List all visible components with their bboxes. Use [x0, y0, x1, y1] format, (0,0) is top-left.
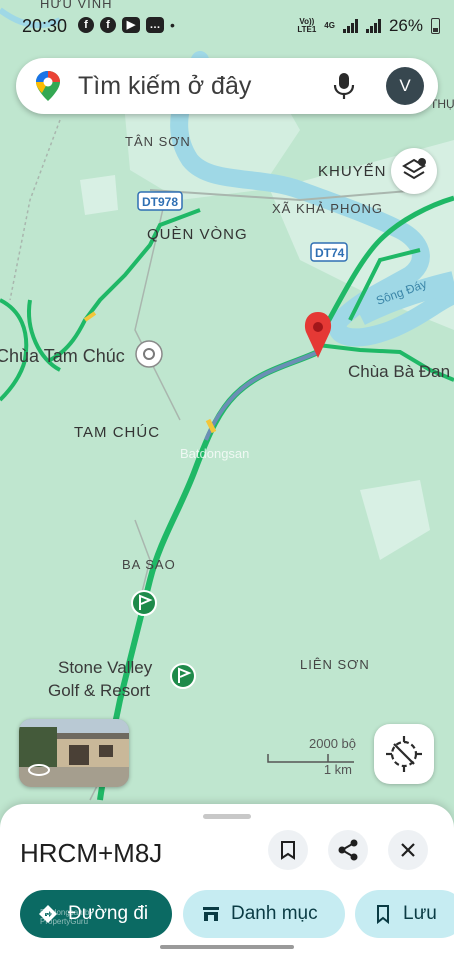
system-gesture-bar[interactable]: [160, 945, 294, 949]
more-notifications-icon: •: [170, 17, 175, 33]
map-watermark: Batdongsan: [180, 446, 249, 461]
facebook-icon: f: [78, 17, 94, 33]
map-label-tan-son: TÂN SƠN: [125, 134, 191, 149]
youtube-icon: ▶: [122, 17, 140, 33]
sheet-watermark: Batdongsan by PropertyGuru: [40, 908, 94, 926]
map-label-khuyen: KHUYẾN: [318, 163, 387, 180]
map-label-ba-sao: BA SAO: [122, 557, 176, 572]
facebook-icon: f: [100, 17, 116, 33]
save-button[interactable]: Lưu: [355, 890, 454, 938]
microphone-icon[interactable]: [332, 72, 356, 100]
store-icon: [203, 907, 219, 921]
map-label-stone-valley-1[interactable]: Stone Valley: [58, 658, 153, 677]
plus-code-title: HRCM+M8J: [20, 838, 163, 868]
map-label-stone-valley-2[interactable]: Golf & Resort: [48, 681, 150, 700]
save-label: Lưu: [403, 903, 437, 924]
layers-icon: [402, 158, 426, 180]
status-right: Vo)) LTE1 4G 26%: [297, 16, 440, 36]
map-label-chua-ba-danh[interactable]: Chùa Bà Đan: [348, 362, 450, 381]
close-icon: [401, 843, 415, 857]
messenger-icon: …: [146, 17, 164, 33]
scale-metric: 1 km: [323, 762, 352, 777]
battery-percent: 26%: [388, 16, 423, 35]
google-maps-logo-icon: [36, 71, 60, 101]
location-off-icon: [386, 736, 422, 772]
rotate-360-icon: [28, 764, 50, 776]
layers-button[interactable]: [391, 148, 437, 194]
account-avatar[interactable]: V: [386, 67, 424, 105]
map-label-lien-son: LIÊN SƠN: [300, 657, 370, 672]
map-label-xa-kha-phong: XÃ KHẢ PHONG: [272, 201, 383, 216]
bookmark-icon: [281, 841, 295, 860]
notification-icons: f f ▶ … •: [78, 17, 175, 33]
location-button[interactable]: [374, 724, 434, 784]
scale-imperial: 2000 bộ: [309, 736, 356, 751]
search-input[interactable]: Tìm kiếm ở đây: [78, 72, 251, 101]
road-shield-dt978: DT978: [142, 195, 178, 209]
network-type: 4G: [324, 21, 335, 30]
road-shield-dt74: DT74: [315, 246, 345, 260]
signal-icon: [342, 19, 358, 33]
save-bookmark-button[interactable]: [268, 830, 308, 870]
bookmark-icon: [377, 905, 389, 924]
category-label: Danh mục: [231, 903, 318, 924]
volte-indicator: Vo)) LTE1: [297, 17, 317, 34]
status-bar: 20:30 f f ▶ … • Vo)) LTE1 4G 26%: [0, 0, 454, 50]
sheet-drag-handle[interactable]: [203, 814, 251, 819]
close-button[interactable]: [388, 830, 428, 870]
share-button[interactable]: [328, 830, 368, 870]
map-label-chua-tam-chuc[interactable]: Chùa Tam Chúc: [0, 346, 125, 366]
street-view-thumbnail[interactable]: [19, 719, 129, 787]
map-scale: 2000 bộ 1 km: [266, 736, 356, 780]
category-button[interactable]: Danh mục: [183, 890, 345, 938]
signal-icon: [365, 19, 381, 33]
battery-icon: [431, 18, 440, 34]
map-label-tam-chuc: TAM CHÚC: [74, 424, 160, 441]
search-bar[interactable]: Tìm kiếm ở đây V: [16, 58, 438, 114]
status-time: 20:30: [22, 16, 68, 36]
share-icon: [338, 839, 358, 861]
place-bottom-sheet[interactable]: HRCM+M8J Đường đi Batdongsan by Property…: [0, 804, 454, 960]
map-label-quen-vong: QUÈN VÒNG: [147, 226, 248, 243]
